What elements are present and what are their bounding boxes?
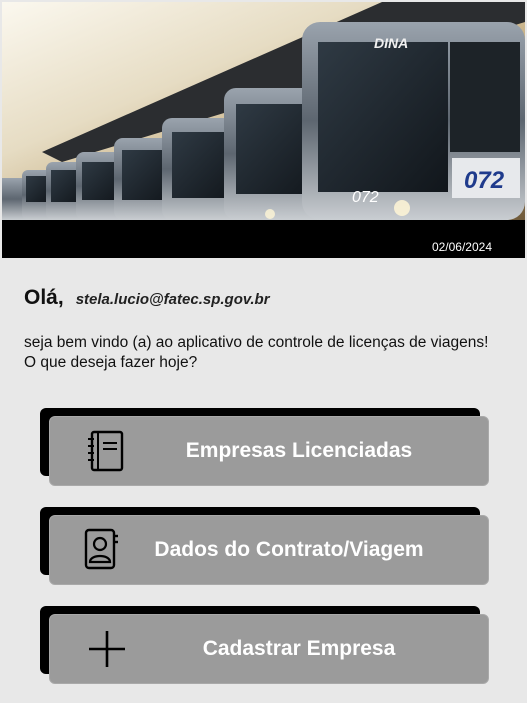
welcome-message: seja bem vindo (a) ao aplicativo de cont… — [24, 334, 489, 371]
cadastrar-empresa-button[interactable]: Cadastrar Empresa — [49, 614, 489, 684]
bus-fleet-banner-image: 072 072 DINA — [2, 2, 525, 220]
empresas-licenciadas-button[interactable]: Empresas Licenciadas — [49, 416, 489, 486]
svg-text:DINA: DINA — [374, 35, 408, 51]
cadastrar-empresa-label: Cadastrar Empresa — [202, 637, 396, 660]
current-date: 02/06/2024 — [431, 240, 492, 254]
user-email: stela.lucio@fatec.sp.gov.br — [75, 291, 270, 308]
cadastrar-empresa-button-wrap: Cadastrar Empresa — [40, 606, 490, 686]
greeting-row: Olá, stela.lucio@fatec.sp.gov.br — [24, 286, 270, 310]
app-screen: 072 072 DINA 02/06/2024 Olá, stela.lucio… — [0, 0, 527, 703]
svg-text:072: 072 — [352, 189, 379, 206]
svg-text:072: 072 — [464, 167, 505, 194]
greeting-hello: Olá, — [24, 286, 64, 309]
date-bar: 02/06/2024 — [2, 220, 525, 258]
dados-contrato-viagem-button[interactable]: Dados do Contrato/Viagem — [49, 515, 489, 585]
empresas-licenciadas-button-wrap: Empresas Licenciadas — [40, 408, 490, 488]
empresas-licenciadas-label: Empresas Licenciadas — [185, 439, 413, 462]
dados-contrato-viagem-label: Dados do Contrato/Viagem — [154, 538, 424, 561]
dados-contrato-button-wrap: Dados do Contrato/Viagem — [40, 507, 490, 587]
